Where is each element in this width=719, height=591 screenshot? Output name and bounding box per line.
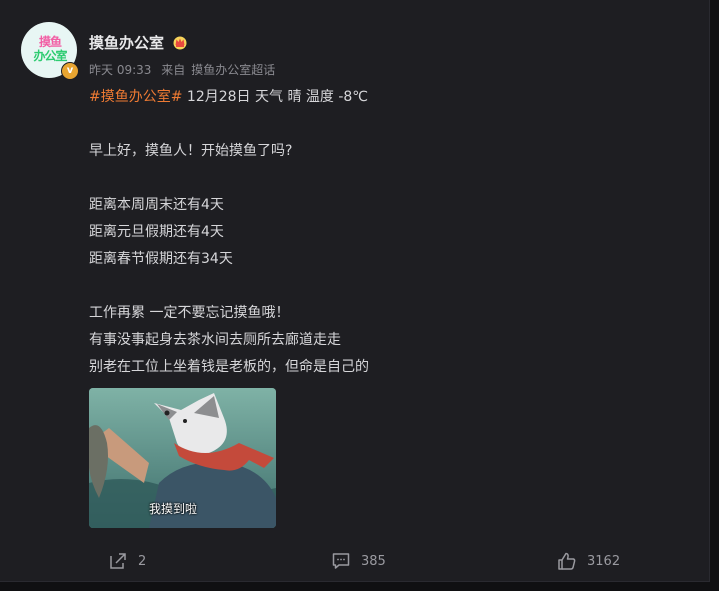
comment-icon [332,553,350,569]
post-first-line: #摸鱼办公室# 12月28日 天气 晴 温度 -8℃ [89,84,689,111]
weather-text: 12月28日 天气 晴 温度 -8℃ [182,89,369,105]
like-icon [558,552,576,570]
avatar-logo-line2: 办公室 [33,49,67,63]
source-prefix: 来自 [161,63,186,77]
crown-icon [173,36,187,50]
avatar-logo-line1: 摸鱼 [38,35,62,49]
countdown-line: 距离元旦假期还有4天 [89,224,224,240]
post-image[interactable]: 我摸到啦 [89,388,276,528]
share-icon [110,553,126,569]
page-edge [0,582,719,591]
post-source-link[interactable]: 摸鱼办公室超话 [191,63,275,77]
post-time[interactable]: 昨天 09:33 [89,63,151,77]
greeting-text: 早上好，摸鱼人！开始摸鱼了吗? [89,143,293,159]
closing-line: 别老在工位上坐着钱是老板的，但命是自己的 [89,359,369,375]
post-content: #摸鱼办公室# 12月28日 天气 晴 温度 -8℃ 早上好，摸鱼人！开始摸鱼了… [89,84,689,381]
author-name[interactable]: 摸鱼办公室 [89,32,164,53]
share-count: 2 [138,553,147,569]
countdown-line: 距离本周周末还有4天 [89,197,224,213]
post-meta: 昨天 09:33 来自 摸鱼办公室超话 [89,61,275,78]
like-button[interactable]: 3162 [557,549,620,573]
closing-line: 工作再累 一定不要忘记摸鱼哦！ [89,305,290,321]
page-edge [710,0,719,591]
comment-button[interactable]: 385 [331,549,386,573]
hashtag-link[interactable]: #摸鱼办公室# [89,89,182,105]
avatar-logo: 摸鱼 办公室 [30,35,70,63]
share-button[interactable]: 2 [108,549,146,573]
post-card: 摸鱼 办公室 v 摸鱼办公室 昨天 09:33 来自 摸鱼办公室超话 #摸鱼办公室… [0,0,710,582]
verified-badge-icon: v [61,62,79,80]
closing-line: 有事没事起身去茶水间去厕所去廊道走走 [89,332,341,348]
countdown-line: 距离春节假期还有34天 [89,251,233,267]
like-count: 3162 [587,553,621,569]
comment-count: 385 [361,553,386,569]
image-caption: 我摸到啦 [149,502,198,516]
